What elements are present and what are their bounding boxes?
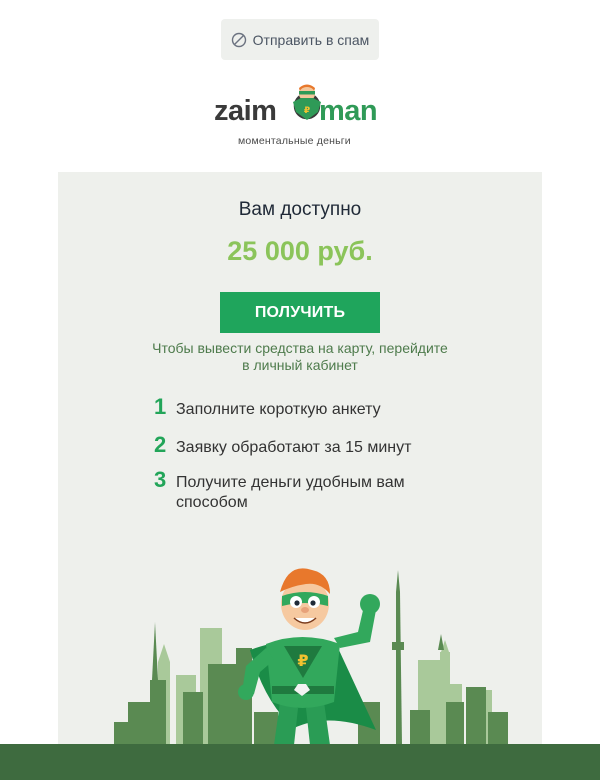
step-number: 3	[154, 467, 167, 492]
withdraw-hint-line1: Чтобы вывести средства на карту, перейди…	[152, 340, 448, 356]
zaimoman-logo[interactable]: zaim ₽ man моментальные деньги	[214, 80, 386, 150]
step-number: 1	[154, 394, 167, 419]
available-title: Вам доступно	[238, 199, 362, 220]
list-item: 2 Заявку обработают за 15 минут	[154, 432, 434, 458]
hero-city-illustration: ₽	[114, 568, 508, 745]
send-to-spam-button[interactable]: Отправить в спам	[221, 19, 379, 60]
step-text: Получите деньги удобным вам способом	[176, 474, 405, 511]
get-money-button[interactable]: ПОЛУЧИТЬ	[220, 292, 380, 333]
list-item: 3 Получите деньги удобным вам способом	[154, 467, 434, 513]
footer-ground-band	[0, 744, 600, 780]
offer-card: Вам доступно 25 000 руб. ПОЛУЧИТЬ Чтобы …	[58, 172, 542, 745]
svg-text:₽: ₽	[297, 651, 308, 670]
logo-word-left: zaim	[214, 95, 277, 127]
steps-list: 1 Заполните короткую анкету 2 Заявку обр…	[154, 394, 434, 513]
step-text: Заполните короткую анкету	[176, 401, 381, 418]
step-text: Заявку обработают за 15 минут	[176, 439, 412, 456]
no-entry-icon	[231, 32, 246, 47]
logo-word-right: man	[319, 95, 378, 127]
logo-tagline: моментальные деньги	[238, 135, 351, 147]
withdraw-hint: Чтобы вывести средства на карту, перейди…	[118, 340, 482, 374]
list-item: 1 Заполните короткую анкету	[154, 394, 434, 420]
withdraw-hint-line2: в личный кабинет	[242, 357, 358, 373]
available-amount: 25 000 руб.	[227, 236, 373, 266]
step-number: 2	[154, 432, 167, 457]
send-to-spam-label: Отправить в спам	[252, 31, 370, 48]
svg-text:₽: ₽	[304, 106, 310, 116]
